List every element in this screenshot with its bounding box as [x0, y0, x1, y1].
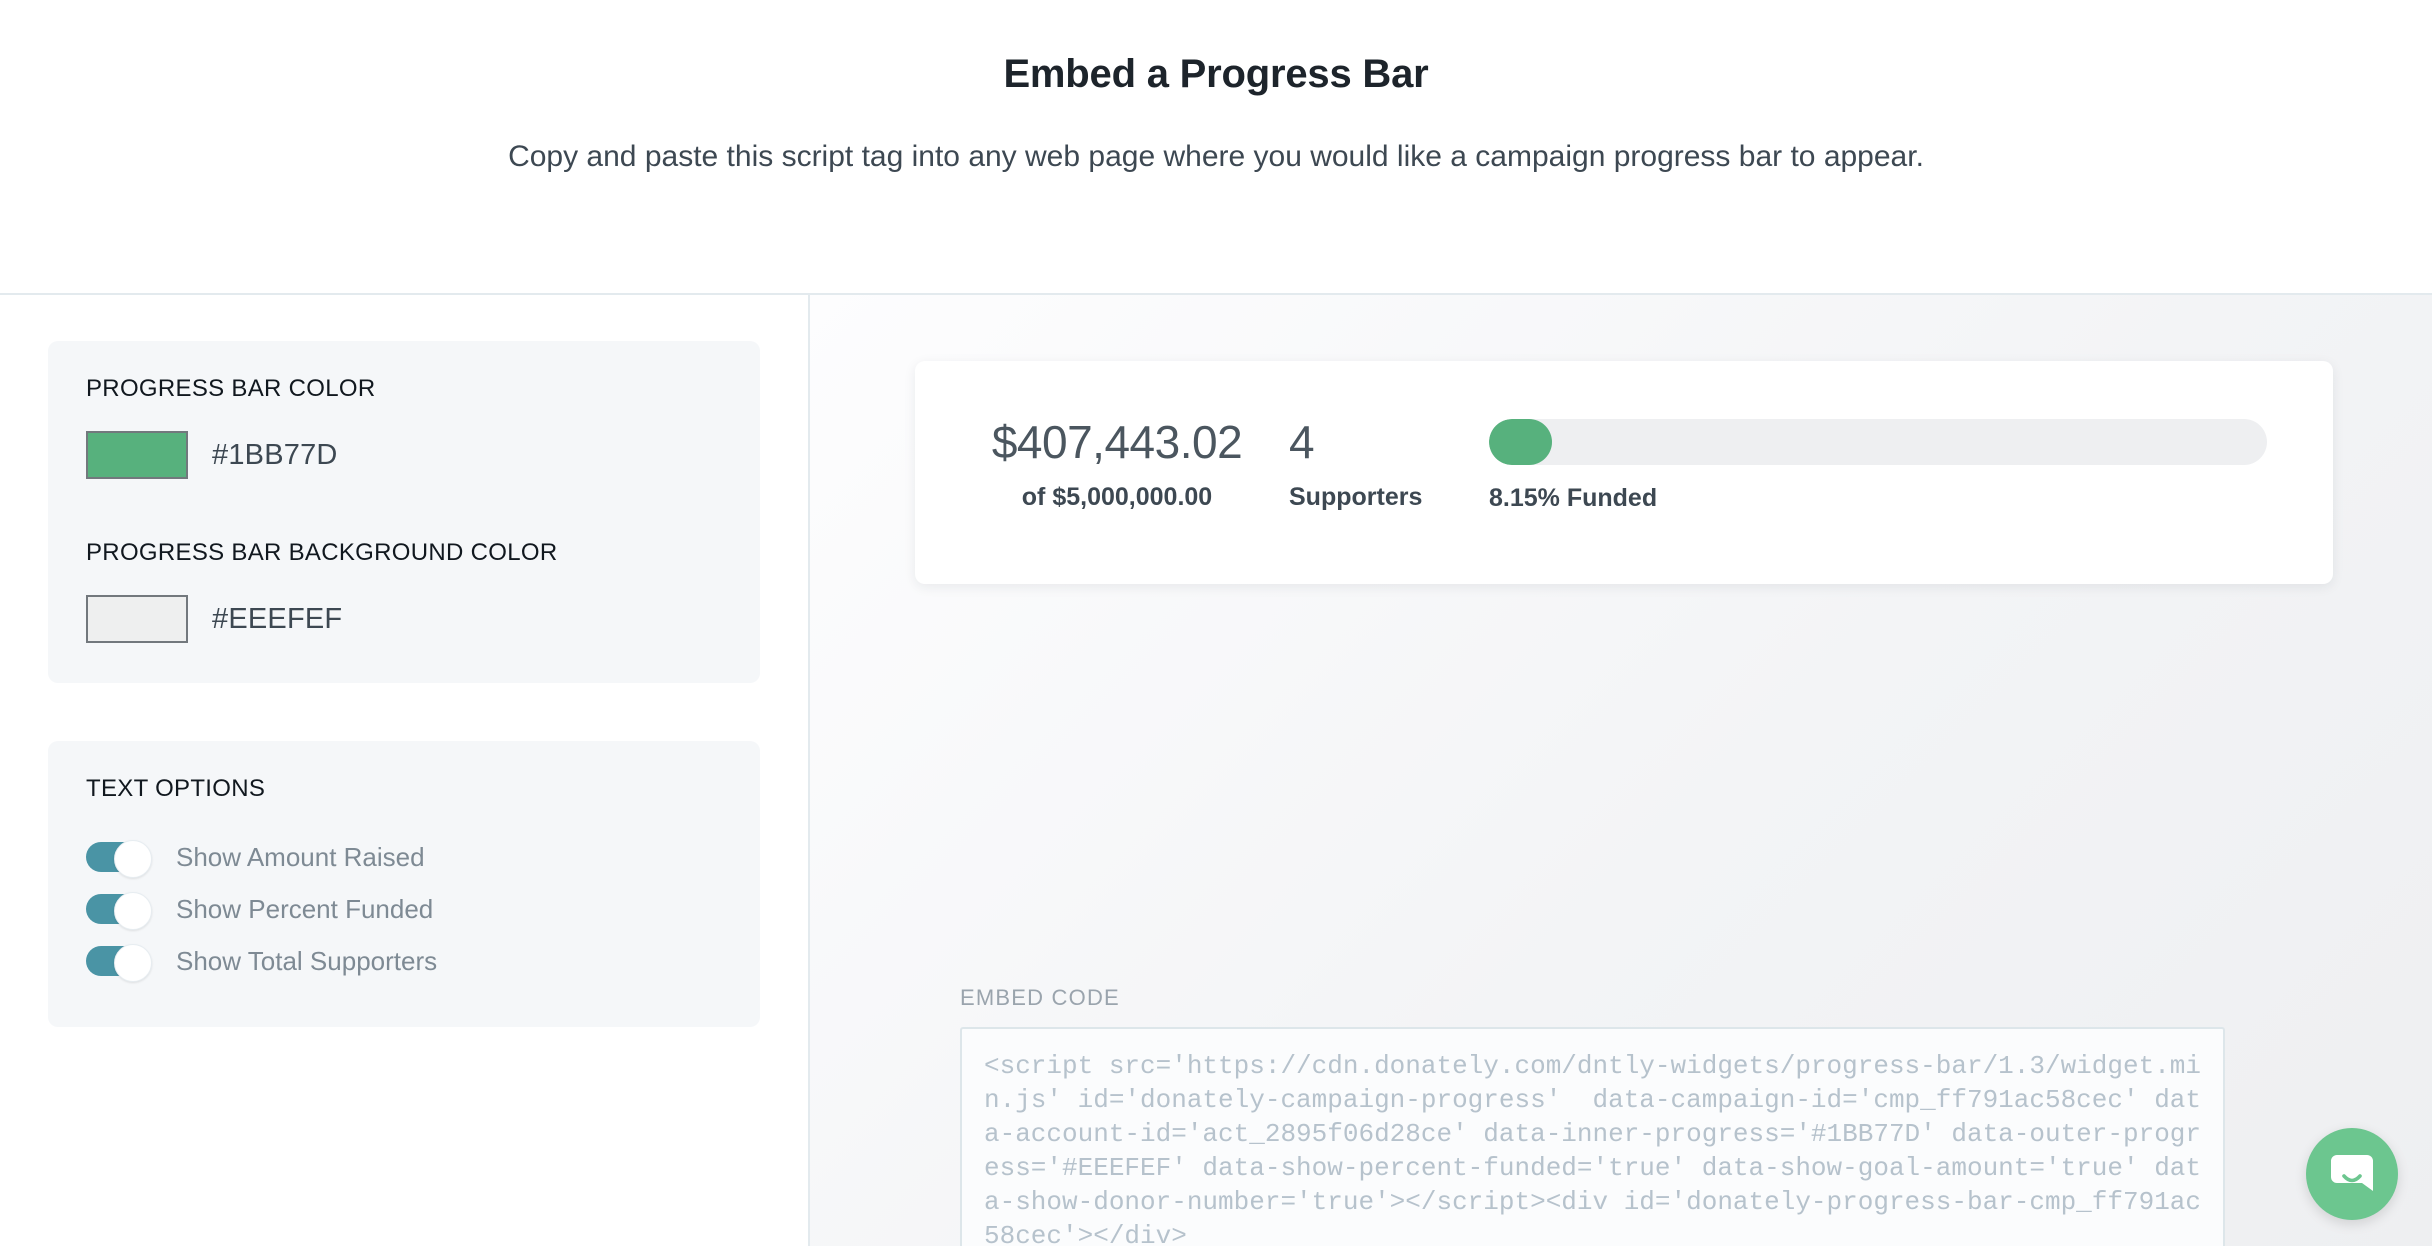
progress-bar-track — [1489, 419, 2267, 465]
preview-area: $407,443.02 of $5,000,000.00 4 Supporter… — [810, 295, 2432, 1246]
intercom-messenger-launcher[interactable] — [2306, 1128, 2398, 1220]
text-options-toggle-list: Show Amount Raised Show Percent Funded S… — [86, 831, 722, 987]
toggle-row-show-percent-funded[interactable]: Show Percent Funded — [86, 883, 722, 935]
progress-bar-color-value[interactable]: #1BB77D — [212, 439, 338, 472]
toggle-row-show-total-supporters[interactable]: Show Total Supporters — [86, 935, 722, 987]
color-settings-panel: PROGRESS BAR COLOR #1BB77D PROGRESS BAR … — [48, 341, 760, 683]
progress-bar-background-color-swatch[interactable] — [86, 595, 188, 643]
progress-bar-color-swatch[interactable] — [86, 431, 188, 479]
progress-bar-preview-card: $407,443.02 of $5,000,000.00 4 Supporter… — [915, 361, 2333, 584]
stat-supporters: 4 Supporters — [1289, 419, 1449, 512]
toggle-label-show-total-supporters: Show Total Supporters — [176, 945, 438, 976]
progress-bar-fill — [1489, 419, 1553, 465]
percent-funded-label: 8.15% Funded — [1489, 484, 1658, 512]
body-split: PROGRESS BAR COLOR #1BB77D PROGRESS BAR … — [0, 295, 2432, 1246]
goal-amount-label: of $5,000,000.00 — [1021, 483, 1213, 511]
toggle-show-amount-raised[interactable] — [86, 840, 152, 878]
supporters-label: Supporters — [1289, 483, 1423, 511]
progress-bar-background-color-row[interactable]: #EEEFEF — [86, 595, 722, 643]
stat-amount-raised: $407,443.02 of $5,000,000.00 — [991, 419, 1243, 512]
toggle-label-show-percent-funded: Show Percent Funded — [176, 893, 434, 924]
page-title: Embed a Progress Bar — [1003, 52, 1429, 96]
page-header: Embed a Progress Bar Copy and paste this… — [0, 0, 2432, 295]
page-subtitle: Copy and paste this script tag into any … — [508, 140, 1924, 173]
amount-raised-value: $407,443.02 — [991, 416, 1243, 468]
toggle-row-show-amount-raised[interactable]: Show Amount Raised — [86, 831, 722, 883]
supporters-count-value: 4 — [1289, 416, 1315, 468]
stat-progress: 8.15% Funded — [1489, 419, 2333, 513]
progress-bar-color-label: PROGRESS BAR COLOR — [86, 375, 376, 402]
progress-bar-background-color-value[interactable]: #EEEFEF — [212, 603, 342, 636]
embed-code-textarea[interactable]: <script src='https://cdn.donately.com/dn… — [960, 1027, 2225, 1246]
progress-bar-color-row[interactable]: #1BB77D — [86, 431, 722, 479]
text-options-panel: TEXT OPTIONS Show Amount Raised Show Per… — [48, 741, 760, 1027]
progress-bar-background-color-label: PROGRESS BAR BACKGROUND COLOR — [86, 539, 558, 566]
toggle-knob — [114, 892, 152, 930]
preview-card-inner: $407,443.02 of $5,000,000.00 4 Supporter… — [915, 361, 2333, 513]
toggle-show-percent-funded[interactable] — [86, 892, 152, 930]
settings-sidebar: PROGRESS BAR COLOR #1BB77D PROGRESS BAR … — [0, 295, 810, 1246]
embed-code-label: EMBED CODE — [960, 985, 1120, 1010]
toggle-knob — [114, 840, 152, 878]
text-options-label: TEXT OPTIONS — [86, 775, 266, 802]
chat-smile-icon — [2331, 1155, 2373, 1191]
embed-code-block: EMBED CODE <script src='https://cdn.dona… — [960, 985, 2225, 1246]
toggle-label-show-amount-raised: Show Amount Raised — [176, 841, 425, 872]
toggle-knob — [114, 944, 152, 982]
toggle-show-total-supporters[interactable] — [86, 944, 152, 982]
